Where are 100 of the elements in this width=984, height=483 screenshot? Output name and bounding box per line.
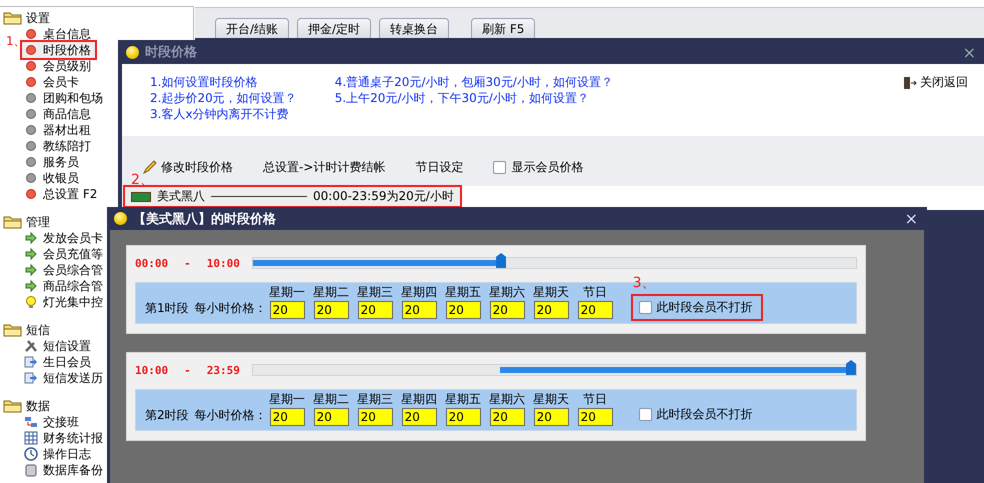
sidebar-item[interactable]: 短信设置: [24, 338, 91, 354]
close-return-button[interactable]: 关闭返回: [903, 74, 968, 91]
help-link[interactable]: 2.起步价20元，如何设置？: [150, 90, 297, 106]
table-grid-icon: [24, 431, 38, 445]
toolbar-button[interactable]: 转桌换台: [379, 18, 450, 40]
price-field[interactable]: 20: [534, 408, 569, 426]
price-field[interactable]: 20: [490, 408, 525, 426]
folder-icon: [3, 399, 23, 413]
window-title: 时段价格: [145, 44, 197, 61]
toolbar-button[interactable]: 刷新 F5: [471, 18, 536, 40]
day-label: 星期二: [313, 284, 350, 301]
sidebar-item[interactable]: 商品信息: [24, 106, 91, 122]
price-field[interactable]: 20: [402, 408, 437, 426]
price-field[interactable]: 20: [402, 301, 437, 319]
sidebar-item[interactable]: 服务员: [24, 154, 79, 170]
price-summary: 00:00-23:59为20元/小时: [313, 188, 454, 205]
day-label: 星期五: [445, 284, 482, 301]
sidebar-group[interactable]: 管理: [3, 214, 50, 230]
exchange-icon: [24, 415, 38, 429]
show-member-price-checkbox[interactable]: 显示会员价格: [493, 158, 584, 176]
sidebar-group[interactable]: 设置: [3, 10, 50, 26]
checkbox-square[interactable]: [493, 160, 506, 174]
price-field[interactable]: 20: [314, 408, 349, 426]
price-label: 每小时价格：: [194, 300, 267, 317]
slider-thumb[interactable]: [846, 360, 856, 375]
sidebar-item[interactable]: 财务统计报: [24, 430, 103, 446]
document-arrow-icon: [24, 355, 38, 369]
day-label: 节日: [583, 284, 608, 301]
sidebar-item[interactable]: 时段价格: [22, 42, 95, 58]
bullet-icon: [24, 43, 38, 57]
sidebar-item[interactable]: 交接班: [24, 414, 79, 430]
day-label: 星期六: [489, 284, 526, 301]
day-label: 星期二: [313, 391, 350, 408]
no-discount-checkbox[interactable]: 此时段会员不打折: [632, 403, 761, 426]
window-status-icon: [114, 212, 127, 225]
sidebar-item[interactable]: 会员卡: [24, 74, 79, 90]
sidebar-group[interactable]: 数据: [3, 398, 50, 414]
day-label: 节日: [583, 391, 608, 408]
price-field[interactable]: 20: [490, 301, 525, 319]
arrow-icon: [24, 247, 38, 261]
checkbox-square[interactable]: [638, 301, 652, 314]
day-label: 星期一: [269, 284, 306, 301]
price-field[interactable]: 20: [358, 301, 393, 319]
sidebar-item[interactable]: 器材出租: [24, 122, 91, 138]
help-link[interactable]: 5.上午20元/小时，下午30元/小时，如何设置？: [334, 90, 613, 106]
help-link[interactable]: 3.客人x分钟内离开不计费: [150, 106, 297, 122]
price-field[interactable]: 20: [446, 408, 481, 426]
price-field[interactable]: 20: [314, 301, 349, 319]
end-time: 23:59: [206, 364, 240, 376]
period-label: 第1时段: [145, 300, 189, 317]
price-field[interactable]: 20: [534, 301, 569, 319]
toolbar-button[interactable]: 押金/定时: [297, 18, 372, 40]
bullet-icon: [24, 91, 38, 105]
slider-thumb[interactable]: [496, 253, 506, 268]
sidebar-item[interactable]: 灯光集中控: [24, 294, 103, 310]
day-label: 星期一: [269, 391, 306, 408]
price-field[interactable]: 20: [358, 408, 393, 426]
help-link[interactable]: 1.如何设置时段价格: [150, 74, 297, 90]
day-label: 星期四: [401, 284, 438, 301]
sidebar-item[interactable]: 生日会员: [24, 354, 91, 370]
day-label: 星期五: [445, 391, 482, 408]
price-field[interactable]: 20: [270, 408, 305, 426]
action-button[interactable]: 节日设定: [415, 158, 464, 176]
day-label: 星期三: [357, 284, 394, 301]
sidebar-item[interactable]: 会员级别: [24, 58, 91, 74]
document-arrow-icon: [24, 371, 38, 385]
action-button[interactable]: 总设置->计时计费结帐: [263, 158, 386, 176]
close-icon[interactable]: ×: [962, 42, 976, 62]
sidebar-item[interactable]: 操作日志: [24, 446, 91, 462]
sidebar-item[interactable]: 收银员: [24, 170, 79, 186]
sidebar-item[interactable]: 总设置 F2: [24, 186, 98, 202]
start-time: 00:00: [135, 256, 168, 270]
price-field[interactable]: 20: [270, 301, 305, 319]
sidebar-item[interactable]: 桌台信息: [24, 26, 91, 42]
annotation-number: 3、: [632, 274, 656, 292]
bullet-icon: [24, 123, 38, 137]
close-icon[interactable]: ×: [904, 209, 918, 228]
table-name: 美式黑八: [157, 188, 205, 205]
checkbox-square[interactable]: [638, 408, 652, 421]
price-field[interactable]: 20: [578, 408, 613, 426]
end-time: 10:00: [206, 256, 240, 270]
sidebar-group[interactable]: 短信: [3, 322, 50, 338]
help-link[interactable]: 4.普通桌子20元/小时，包厢30元/小时，如何设置？: [334, 74, 613, 90]
sidebar-item[interactable]: 团购和包场: [24, 90, 103, 106]
bullet-icon: [24, 139, 38, 153]
sidebar-item[interactable]: 会员综合管: [24, 262, 103, 278]
price-field[interactable]: 20: [578, 301, 613, 319]
bullet-icon: [24, 187, 38, 201]
sidebar-item[interactable]: 会员充值等: [24, 246, 103, 262]
bullet-icon: [24, 107, 38, 121]
action-button[interactable]: 修改时段价格: [142, 158, 233, 176]
sidebar-item[interactable]: 商品综合管: [24, 278, 103, 294]
toolbar-button[interactable]: 开台/结账: [215, 18, 290, 40]
sidebar-item[interactable]: 发放会员卡: [24, 230, 103, 246]
sidebar-item[interactable]: 教练陪打: [24, 138, 91, 154]
price-field[interactable]: 20: [446, 301, 481, 319]
sidebar-item[interactable]: 数据库备份: [24, 462, 103, 478]
price-label: 每小时价格：: [194, 407, 267, 424]
bullet-icon: [24, 171, 38, 185]
sidebar-item[interactable]: 短信发送历: [24, 370, 103, 386]
